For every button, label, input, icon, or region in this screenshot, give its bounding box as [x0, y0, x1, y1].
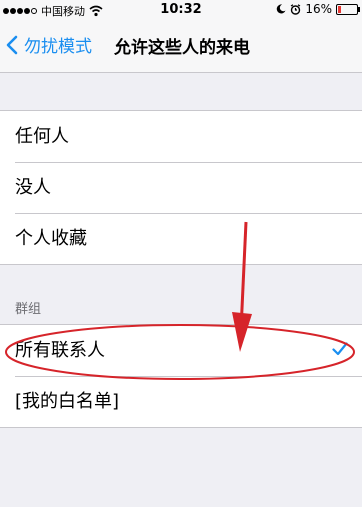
back-button-label: 勿扰模式 — [24, 37, 92, 57]
battery-level-fill — [338, 5, 341, 13]
status-bar-right: 16% — [276, 2, 360, 16]
group-all-contacts[interactable]: 所有联系人 — [0, 325, 362, 376]
option-no-one[interactable]: 没人 — [0, 162, 362, 213]
back-button[interactable]: 勿扰模式 — [6, 32, 92, 57]
alarm-icon — [291, 3, 301, 15]
battery-percent: 16% — [305, 2, 332, 16]
navigation-bar: 勿扰模式 允许这些人的来电 — [0, 20, 362, 73]
battery-icon — [336, 3, 360, 15]
page-title: 允许这些人的来电 — [114, 38, 250, 58]
option-favorites[interactable]: 个人收藏 — [0, 213, 362, 264]
groups-section-header: 群组 — [15, 302, 42, 317]
status-bar: 中国移动 10:32 16% — [0, 0, 362, 20]
group-label: [我的白名单] — [15, 391, 120, 412]
option-label: 任何人 — [15, 126, 69, 147]
option-anyone[interactable]: 任何人 — [0, 111, 362, 162]
checkmark-icon — [332, 342, 348, 356]
option-label: 没人 — [15, 177, 51, 198]
group-my-whitelist[interactable]: [我的白名单] — [0, 376, 362, 427]
chevron-left-icon — [6, 35, 18, 54]
moon-icon — [277, 4, 286, 14]
group-label: 所有联系人 — [15, 340, 105, 361]
allow-calls-options: 任何人 没人 个人收藏 — [0, 110, 362, 265]
option-label: 个人收藏 — [15, 228, 87, 249]
groups-list: 所有联系人 [我的白名单] — [0, 324, 362, 428]
